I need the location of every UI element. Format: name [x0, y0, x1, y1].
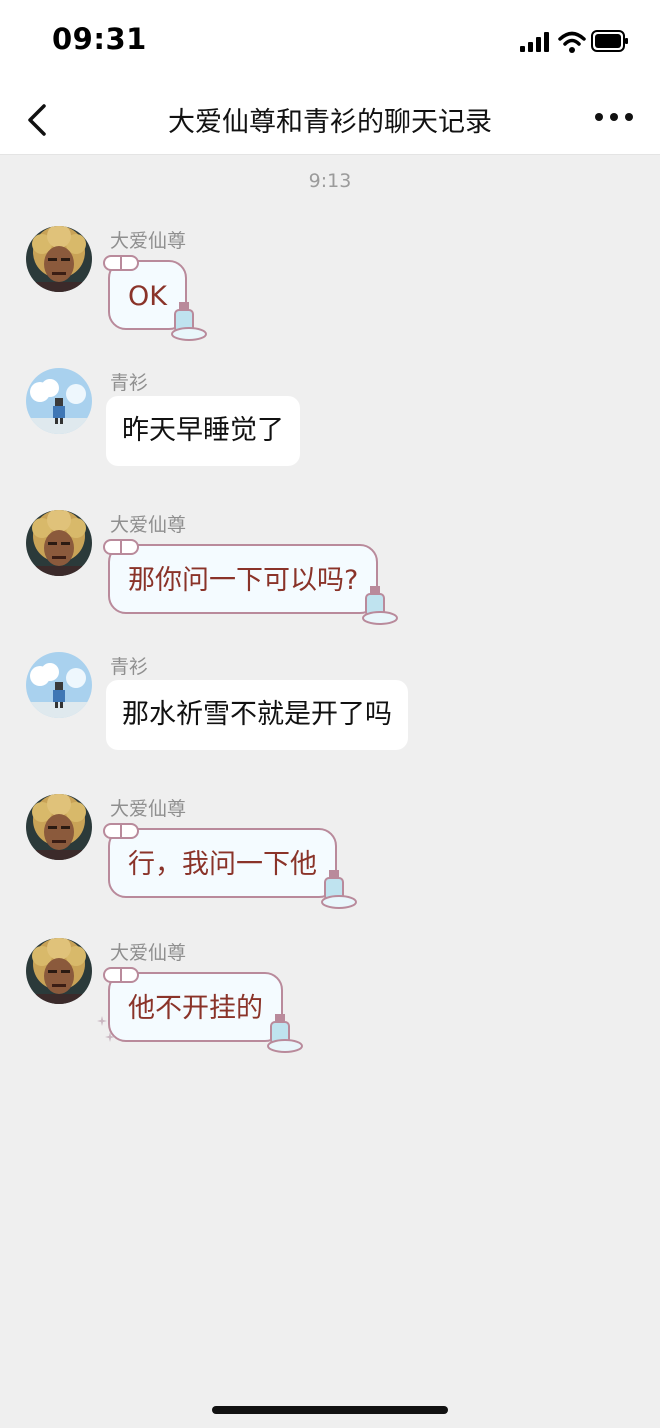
sender-name: 青衫 [110, 372, 149, 394]
soap-bottle-decoration-icon [362, 586, 399, 625]
warrior-avatar[interactable] [26, 226, 92, 292]
message-bubble[interactable]: 那你问一下可以吗? [103, 539, 399, 625]
signal-icon [520, 32, 549, 52]
soap-bottle-decoration-icon [170, 302, 207, 341]
message-text: 那你问一下可以吗? [128, 565, 359, 596]
status-icons [520, 30, 628, 53]
sender-name: 大爱仙尊 [110, 230, 187, 252]
message-text: OK [128, 281, 167, 312]
goggles-decoration-icon [103, 539, 139, 555]
sender-name: 大爱仙尊 [110, 514, 187, 536]
goggles-decoration-icon [103, 255, 139, 271]
status-time: 09:31 [52, 22, 147, 56]
message-bubble[interactable]: 那水祈雪不就是开了吗 [106, 680, 408, 750]
goggles-decoration-icon [103, 823, 139, 839]
goggles-decoration-icon [103, 967, 139, 983]
message-bubble[interactable]: 昨天早睡觉了 [106, 396, 300, 466]
message-text: 昨天早睡觉了 [122, 415, 284, 446]
soap-bottle-decoration-icon [267, 1014, 303, 1053]
sender-name: 大爱仙尊 [110, 798, 187, 820]
status-bar: 09:31 [0, 0, 660, 88]
message-bubble[interactable]: 行，我问一下他 [103, 823, 357, 909]
warrior-avatar[interactable] [26, 938, 92, 1004]
warrior-avatar[interactable] [26, 794, 92, 860]
message-timestamp: 9:13 [308, 170, 352, 192]
message-bubble[interactable]: 他不开挂的 [97, 967, 303, 1053]
soap-bottle-decoration-icon [321, 870, 357, 909]
message-text: 他不开挂的 [128, 993, 263, 1024]
sky-avatar[interactable] [26, 652, 92, 718]
warrior-avatar[interactable] [26, 510, 92, 576]
sky-avatar[interactable] [26, 368, 92, 434]
home-indicator[interactable] [212, 1406, 448, 1414]
message-text: 行，我问一下他 [128, 849, 317, 880]
more-options-icon[interactable] [594, 102, 634, 132]
message-text: 那水祈雪不就是开了吗 [122, 699, 392, 730]
sender-name: 青衫 [110, 656, 149, 678]
sparkle-decoration-icon [97, 1016, 115, 1042]
sender-name: 大爱仙尊 [110, 942, 187, 964]
chat-history-title: 大爱仙尊和青衫的聊天记录 [168, 107, 492, 138]
message-bubble[interactable]: OK [103, 255, 207, 341]
wifi-icon [558, 31, 586, 53]
battery-icon [591, 30, 628, 52]
nav-bar: 大爱仙尊和青衫的聊天记录 [0, 88, 660, 155]
